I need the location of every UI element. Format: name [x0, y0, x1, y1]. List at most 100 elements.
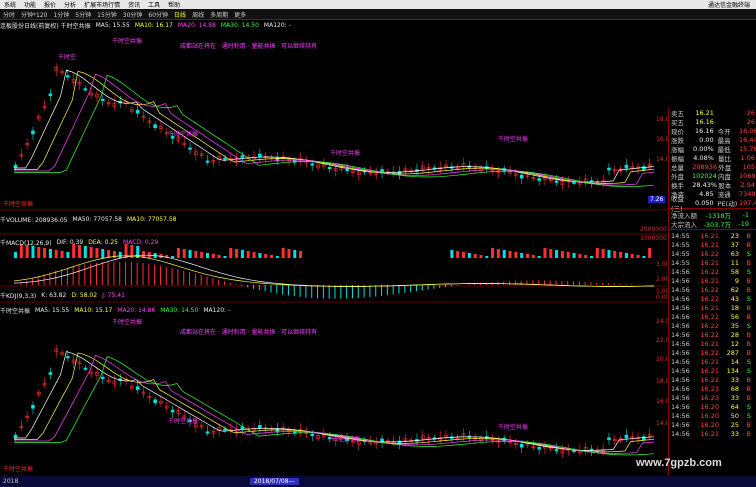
volume-bar: [485, 256, 489, 258]
menu-item-2[interactable]: 报价: [40, 0, 60, 9]
period-tab-8[interactable]: 周线: [189, 10, 207, 19]
menu-item-4[interactable]: 扩展市场行情: [80, 0, 124, 9]
main2-ma5: MA5: 15.55: [35, 307, 70, 314]
tick-price: 16.22: [700, 330, 719, 339]
ma5-label: MA5: 15.55: [95, 22, 130, 29]
tick-time: 14:56: [671, 393, 690, 402]
signal2-mid: 千时空共振: [112, 319, 143, 326]
volume-bar: [31, 246, 35, 258]
tick-time: 14:56: [671, 339, 690, 348]
quote-value2: 7349: [738, 189, 756, 198]
volume-bar: [66, 252, 70, 258]
main2-ma20: MA20: 14.86: [117, 307, 156, 314]
signal-sell1: 千时空共振: [168, 131, 199, 138]
flow-label: 大宗流入: [671, 220, 697, 229]
tick-price: 16.23: [700, 393, 719, 402]
volume-bar: [584, 255, 588, 258]
volume-bar: [14, 252, 17, 258]
volume-bar: [508, 251, 512, 258]
period-tab-4[interactable]: 15分钟: [94, 10, 120, 19]
volume-bar: [299, 251, 303, 258]
tick-time: 14:56: [671, 420, 690, 429]
volume-bar: [555, 250, 559, 258]
quote-value2: 2.94: [740, 180, 755, 189]
period-tab-1[interactable]: 分钟*120: [18, 10, 50, 19]
volume-bar: [246, 251, 250, 258]
tick-time: 14:56: [671, 357, 690, 366]
volume-bar: [496, 249, 500, 258]
tick-time: 14:56: [671, 348, 690, 357]
candle: [188, 147, 192, 150]
flow-value2: -1: [742, 210, 749, 219]
menu-item-3[interactable]: 分析: [60, 0, 80, 9]
quote-value2: 1.06: [740, 153, 756, 162]
volume-bar: [630, 254, 634, 258]
tick-price: 16.22: [700, 321, 719, 330]
volume-bar: [188, 250, 192, 258]
volume-bar: [456, 251, 460, 258]
menu-item-1[interactable]: 功能: [20, 0, 40, 9]
volume-bar: [578, 254, 582, 258]
tick-direction: B: [746, 339, 751, 348]
macd-macd: MACD: 0.29: [122, 239, 159, 246]
macd-line: [13, 254, 655, 287]
quote-value: 16.21: [695, 108, 714, 117]
tick-price: 16.20: [700, 411, 719, 420]
tick-row: 14:55 16.22 63 S: [669, 249, 756, 258]
signal-sell3: 千时空共振: [498, 136, 529, 143]
ma20-label: MA20: 14.88: [177, 22, 216, 29]
kline-chart-svg[interactable]: [0, 20, 668, 476]
tick-row: 14:56 16.22 28 B: [669, 330, 756, 339]
tick-price: 16.21: [700, 366, 719, 375]
period-tab-6[interactable]: 60分钟: [145, 10, 171, 19]
quote-value: 4.08%: [693, 153, 714, 162]
candle: [48, 372, 53, 375]
volume-bar: [473, 254, 477, 258]
period-tab-7[interactable]: 日线: [171, 10, 189, 19]
ma120-label: MA120: -: [263, 22, 291, 29]
menu-item-6[interactable]: 工具: [144, 0, 164, 9]
timeline-selected[interactable]: 2018/07/08—: [249, 478, 299, 485]
volume-bar: [479, 255, 483, 258]
chart-area[interactable]: 连板股份日线(前复权) 千时空共振 MA5: 15.55 MA10: 16.17…: [0, 20, 673, 476]
volume-bar: [182, 249, 186, 258]
candle: [624, 164, 629, 169]
moving-average-line: [14, 70, 655, 184]
volume-bar: [264, 254, 268, 258]
period-tab-2[interactable]: 1分钟: [50, 10, 72, 19]
main2-annotation: 成都站在将在 · 通时利用 · 量能共振 · 可以继续持有: [180, 329, 318, 336]
volume-bar: [275, 256, 279, 258]
ma30-label: MA30: 14.50: [220, 22, 259, 29]
period-tab-5[interactable]: 30分钟: [120, 10, 146, 19]
tick-direction: B: [746, 384, 751, 393]
menu-item-0[interactable]: 系统: [0, 0, 20, 9]
tick-volume: 14: [730, 357, 739, 366]
candle: [624, 434, 629, 439]
menu-item-5[interactable]: 资讯: [124, 0, 144, 9]
tick-list[interactable]: 14:55 16.21 23 B 14:55 16.21 37 B 14:55 16.22 63 S 1…: [669, 231, 756, 438]
candle: [205, 160, 210, 163]
candle: [572, 181, 576, 184]
tick-time: 14:56: [671, 330, 690, 339]
period-tab-3[interactable]: 5分钟: [72, 10, 94, 19]
main2-ma30: MA30: 14.50: [160, 307, 199, 314]
candle: [310, 163, 315, 166]
tick-volume: 68: [730, 384, 739, 393]
tick-time: 14:56: [671, 267, 690, 276]
volume-bar: [601, 249, 605, 258]
tick-price: 16.21: [700, 339, 719, 348]
tick-row: 14:56 16.22 35 S: [669, 321, 756, 330]
tick-time: 14:56: [671, 321, 690, 330]
period-tab-10[interactable]: 更多: [231, 10, 249, 19]
period-tab-0[interactable]: 分时: [0, 10, 18, 19]
volume-bar: [48, 249, 52, 258]
tick-volume: 18: [730, 303, 739, 312]
volume-bar: [648, 248, 652, 258]
menu-item-7[interactable]: 帮助: [164, 0, 184, 9]
quote-label2: PE(动): [717, 199, 738, 208]
period-tab-9[interactable]: 多周期: [207, 10, 231, 19]
bottom-timeline[interactable]: 2018 2018/07/08—: [0, 476, 756, 487]
main2-title: 千时空共振: [0, 308, 31, 315]
tick-row: 14:56 16.23 68 B: [669, 384, 756, 393]
tick-time: 14:56: [671, 366, 690, 375]
